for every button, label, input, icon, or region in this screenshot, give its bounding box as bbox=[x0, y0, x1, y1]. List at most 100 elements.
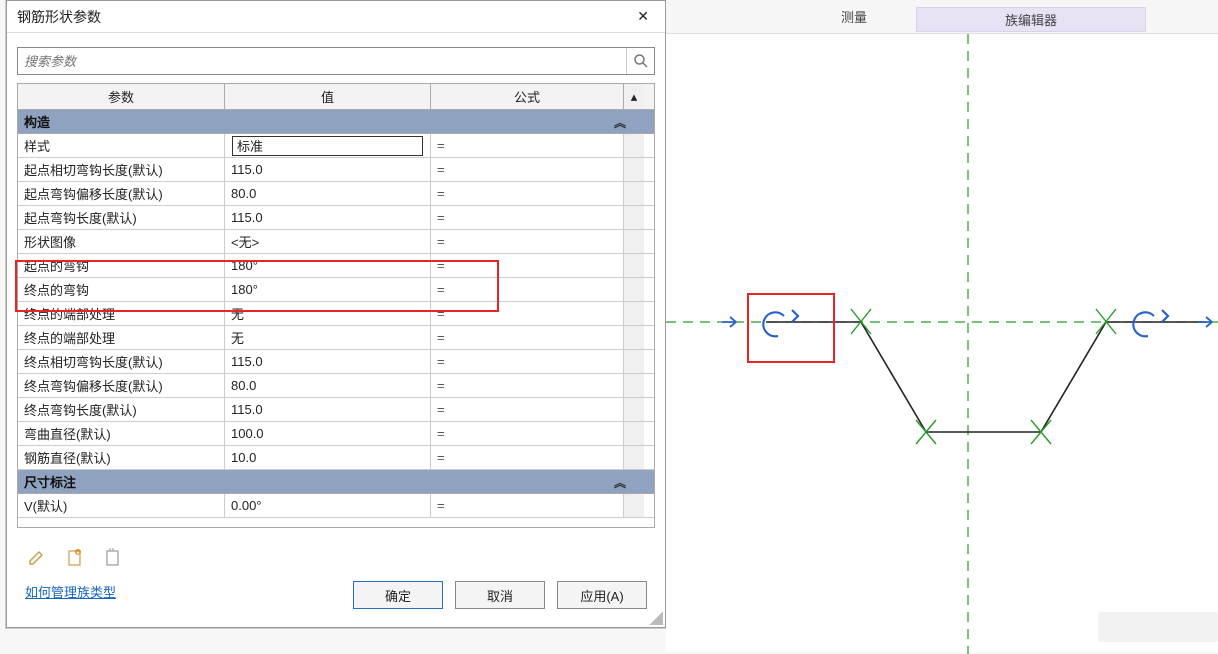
table-row[interactable]: 终点的端部处理无= bbox=[18, 302, 654, 326]
new-page-icon[interactable]: ★ bbox=[65, 547, 85, 567]
search-bar bbox=[7, 33, 665, 83]
col-header-value[interactable]: 值 bbox=[225, 84, 431, 109]
value-cell[interactable]: 115.0 bbox=[225, 350, 431, 373]
search-icon[interactable] bbox=[626, 48, 654, 74]
value-cell[interactable]: 180° bbox=[225, 278, 431, 301]
dialog-titlebar: 钢筋形状参数 ✕ bbox=[7, 1, 665, 33]
table-row[interactable]: 起点相切弯钩长度(默认)115.0= bbox=[18, 158, 654, 182]
parameter-grid: 参数 值 公式 ▴ 构造︽样式标准=起点相切弯钩长度(默认)115.0=起点弯钩… bbox=[17, 83, 655, 528]
close-icon[interactable]: ✕ bbox=[631, 8, 655, 25]
value-cell[interactable]: 10.0 bbox=[225, 446, 431, 469]
help-link[interactable]: 如何管理族类型 bbox=[25, 582, 116, 601]
cancel-button[interactable]: 取消 bbox=[455, 581, 545, 609]
formula-cell[interactable]: = bbox=[431, 278, 624, 301]
formula-cell[interactable]: = bbox=[431, 206, 624, 229]
scroll-gutter bbox=[624, 134, 644, 157]
value-cell[interactable]: 标准 bbox=[225, 134, 431, 157]
col-header-param[interactable]: 参数 bbox=[18, 84, 225, 109]
table-row[interactable]: V(默认)0.00°= bbox=[18, 494, 654, 518]
param-cell[interactable]: 弯曲直径(默认) bbox=[18, 422, 225, 445]
table-row[interactable]: 起点弯钩长度(默认)115.0= bbox=[18, 206, 654, 230]
end-hook-glyph bbox=[1133, 310, 1168, 336]
start-hook-glyph bbox=[763, 310, 798, 336]
value-cell[interactable]: 115.0 bbox=[225, 158, 431, 181]
formula-cell[interactable]: = bbox=[431, 398, 624, 421]
scroll-gutter bbox=[624, 446, 644, 469]
search-box bbox=[17, 47, 655, 75]
table-row[interactable]: 形状图像<无>= bbox=[18, 230, 654, 254]
value-cell[interactable]: 80.0 bbox=[225, 182, 431, 205]
table-row[interactable]: 终点的弯钩180°= bbox=[18, 278, 654, 302]
table-row[interactable]: 起点弯钩偏移长度(默认)80.0= bbox=[18, 182, 654, 206]
formula-cell[interactable]: = bbox=[431, 134, 624, 157]
formula-cell[interactable]: = bbox=[431, 326, 624, 349]
resize-grip-icon[interactable] bbox=[649, 611, 663, 625]
ribbon-panel-family-editor[interactable]: 族编辑器 bbox=[916, 7, 1146, 32]
scroll-up-icon[interactable]: ▴ bbox=[624, 84, 644, 109]
scroll-gutter bbox=[624, 158, 644, 181]
formula-cell[interactable]: = bbox=[431, 494, 624, 517]
param-cell[interactable]: 终点的端部处理 bbox=[18, 326, 225, 349]
view-control-placeholder bbox=[1098, 612, 1218, 642]
search-input[interactable] bbox=[18, 50, 626, 73]
param-cell[interactable]: 起点弯钩长度(默认) bbox=[18, 206, 225, 229]
value-cell[interactable]: <无> bbox=[225, 230, 431, 253]
drawing-canvas[interactable] bbox=[666, 34, 1218, 652]
ribbon-panel-measure[interactable]: 测量 bbox=[824, 7, 884, 26]
param-cell[interactable]: 终点弯钩长度(默认) bbox=[18, 398, 225, 421]
param-cell[interactable]: 钢筋直径(默认) bbox=[18, 446, 225, 469]
param-cell[interactable]: 终点的弯钩 bbox=[18, 278, 225, 301]
param-cell[interactable]: 形状图像 bbox=[18, 230, 225, 253]
param-cell[interactable]: V(默认) bbox=[18, 494, 225, 517]
table-row[interactable]: 终点相切弯钩长度(默认)115.0= bbox=[18, 350, 654, 374]
formula-cell[interactable]: = bbox=[431, 374, 624, 397]
param-cell[interactable]: 起点相切弯钩长度(默认) bbox=[18, 158, 225, 181]
col-header-formula[interactable]: 公式 bbox=[431, 84, 624, 109]
param-cell[interactable]: 起点的弯钩 bbox=[18, 254, 225, 277]
section-header[interactable]: 尺寸标注︽ bbox=[18, 470, 654, 494]
formula-cell[interactable]: = bbox=[431, 182, 624, 205]
formula-cell[interactable]: = bbox=[431, 158, 624, 181]
value-cell[interactable]: 无 bbox=[225, 302, 431, 325]
param-cell[interactable]: 终点相切弯钩长度(默认) bbox=[18, 350, 225, 373]
copy-page-icon[interactable] bbox=[103, 547, 123, 567]
formula-cell[interactable]: = bbox=[431, 350, 624, 373]
table-row[interactable]: 钢筋直径(默认)10.0= bbox=[18, 446, 654, 470]
scroll-gutter bbox=[624, 422, 644, 445]
scroll-gutter bbox=[624, 206, 644, 229]
table-row[interactable]: 终点弯钩长度(默认)115.0= bbox=[18, 398, 654, 422]
table-row[interactable]: 终点弯钩偏移长度(默认)80.0= bbox=[18, 374, 654, 398]
param-cell[interactable]: 起点弯钩偏移长度(默认) bbox=[18, 182, 225, 205]
param-cell[interactable]: 终点弯钩偏移长度(默认) bbox=[18, 374, 225, 397]
edit-icon[interactable] bbox=[27, 547, 47, 567]
table-row[interactable]: 弯曲直径(默认)100.0= bbox=[18, 422, 654, 446]
scroll-gutter bbox=[624, 398, 644, 421]
apply-button[interactable]: 应用(A) bbox=[557, 581, 647, 609]
ok-button[interactable]: 确定 bbox=[353, 581, 443, 609]
value-cell[interactable]: 0.00° bbox=[225, 494, 431, 517]
table-row[interactable]: 终点的端部处理无= bbox=[18, 326, 654, 350]
chevron-up-icon[interactable]: ︽ bbox=[614, 474, 626, 491]
param-cell[interactable]: 终点的端部处理 bbox=[18, 302, 225, 325]
value-cell[interactable]: 115.0 bbox=[225, 398, 431, 421]
formula-cell[interactable]: = bbox=[431, 230, 624, 253]
section-header[interactable]: 构造︽ bbox=[18, 110, 654, 134]
formula-cell[interactable]: = bbox=[431, 446, 624, 469]
dialog-buttons: 确定 取消 应用(A) bbox=[353, 581, 647, 609]
table-row[interactable]: 样式标准= bbox=[18, 134, 654, 158]
formula-cell[interactable]: = bbox=[431, 302, 624, 325]
value-cell[interactable]: 100.0 bbox=[225, 422, 431, 445]
chevron-up-icon[interactable]: ︽ bbox=[614, 114, 626, 131]
dialog-toolbar: ★ bbox=[27, 547, 123, 567]
formula-cell[interactable]: = bbox=[431, 254, 624, 277]
scroll-gutter bbox=[624, 326, 644, 349]
scroll-gutter bbox=[624, 182, 644, 205]
value-cell[interactable]: 115.0 bbox=[225, 206, 431, 229]
value-cell[interactable]: 180° bbox=[225, 254, 431, 277]
value-cell[interactable]: 无 bbox=[225, 326, 431, 349]
formula-cell[interactable]: = bbox=[431, 422, 624, 445]
param-cell[interactable]: 样式 bbox=[18, 134, 225, 157]
scroll-gutter bbox=[624, 494, 644, 517]
value-cell[interactable]: 80.0 bbox=[225, 374, 431, 397]
table-row[interactable]: 起点的弯钩180°= bbox=[18, 254, 654, 278]
